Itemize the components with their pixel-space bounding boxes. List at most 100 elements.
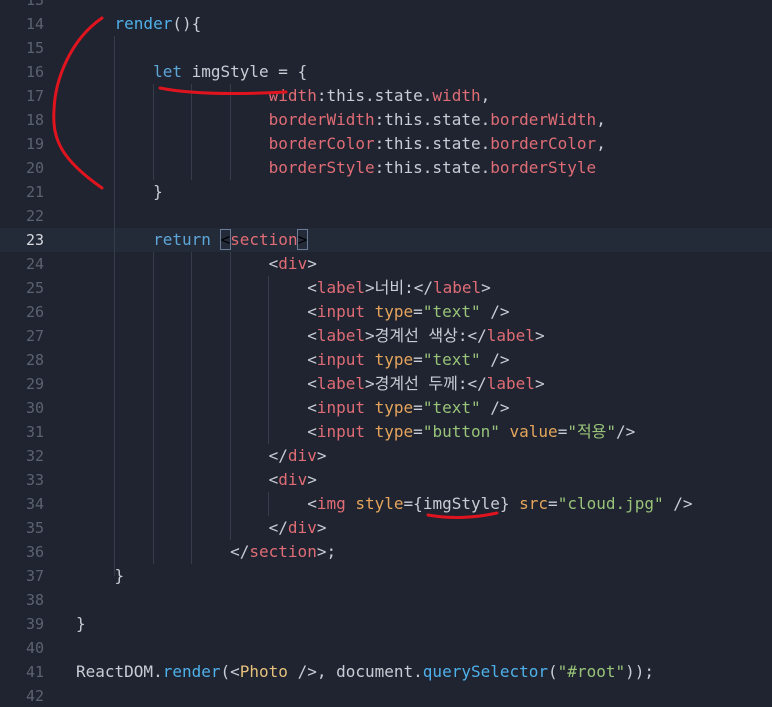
code-token: input — [316, 398, 365, 417]
code-token: > — [307, 470, 317, 489]
code-editor[interactable]: 13 14 render(){15 16 let imgStyle = {17 wi… — [0, 0, 772, 707]
code-line[interactable]: 33 <div> — [0, 468, 772, 492]
code-line[interactable]: 21 } — [0, 180, 772, 204]
code-token: , — [596, 134, 606, 153]
code-text: ReactDOM.render(<Photo />, document.quer… — [76, 660, 654, 684]
line-number: 20 — [25, 159, 44, 177]
line-number: 13 — [25, 0, 44, 9]
code-line[interactable]: 30 <input type="text" /> — [0, 396, 772, 420]
code-line[interactable]: 40 — [0, 636, 772, 660]
code-token: img — [316, 494, 346, 513]
code-token: input — [316, 302, 365, 321]
code-token: > — [534, 326, 545, 345]
code-token: /> — [480, 302, 510, 321]
code-line[interactable]: 13 — [0, 0, 772, 12]
line-number: 41 — [25, 663, 44, 681]
code-line[interactable]: 28 <input type="text" /> — [0, 348, 772, 372]
code-token: >너비:</ — [365, 278, 433, 297]
code-token: = — [413, 398, 423, 417]
code-token: = — [413, 350, 423, 369]
code-line[interactable]: 27 <label>경계선 색상:</label> — [0, 324, 772, 348]
code-token: /> — [480, 398, 510, 417]
code-text: <label>경계선 색상:</label> — [76, 324, 545, 348]
code-line[interactable]: 19 borderColor:this.state.borderColor, — [0, 132, 772, 156]
code-token: "cloud.jpg" — [557, 494, 664, 513]
line-number: 17 — [25, 87, 44, 105]
code-token: :this.state. — [374, 158, 491, 177]
code-token: div — [287, 446, 317, 465]
line-number: 40 — [25, 639, 44, 657]
code-token: :this.state. — [374, 134, 491, 153]
code-token: = — [413, 422, 423, 441]
code-line[interactable]: 42 — [0, 684, 772, 707]
line-number: 37 — [25, 567, 44, 585]
line-number: 25 — [25, 279, 44, 297]
code-text: <div> — [76, 252, 317, 276]
code-line[interactable]: 20 borderStyle:this.state.borderStyle — [0, 156, 772, 180]
line-number: 42 — [25, 687, 44, 705]
code-line[interactable]: 35 </div> — [0, 516, 772, 540]
code-line[interactable]: 41 ReactDOM.render(<Photo />, document.qu… — [0, 660, 772, 684]
indent-guide — [153, 84, 154, 180]
indent-guide — [114, 36, 115, 576]
code-line[interactable]: 14 render(){ — [0, 12, 772, 36]
code-line[interactable]: 36 </section>; — [0, 540, 772, 564]
line-number: 15 — [25, 39, 44, 57]
code-line[interactable]: 18 borderWidth:this.state.borderWidth, — [0, 108, 772, 132]
code-line[interactable]: 32 </div> — [0, 444, 772, 468]
code-token: ReactDOM. — [76, 662, 163, 681]
code-line[interactable]: 38 — [0, 588, 772, 612]
code-token: > — [481, 278, 491, 297]
code-token: < — [76, 350, 317, 369]
code-token: type — [374, 398, 414, 417]
code-line[interactable]: 39} — [0, 612, 772, 636]
code-text: <input type="text" /> — [76, 396, 510, 420]
code-line[interactable]: 31 <input type="button" value="적용"/> — [0, 420, 772, 444]
code-token: } — [76, 614, 86, 633]
indent-guide — [230, 84, 231, 180]
code-token: < — [76, 326, 317, 345]
code-text: } — [76, 564, 125, 588]
code-token: render — [162, 662, 221, 681]
code-token: < — [76, 398, 317, 417]
code-text: width:this.state.width, — [76, 84, 491, 108]
code-token: </ — [76, 542, 250, 561]
indent-guide — [268, 276, 269, 444]
code-text: </section>; — [76, 540, 336, 564]
code-line[interactable]: 24 <div> — [0, 252, 772, 276]
line-number: 18 — [25, 111, 44, 129]
code-text: } — [76, 612, 86, 636]
code-line[interactable]: 37 } — [0, 564, 772, 588]
code-token: ={imgStyle} — [403, 494, 520, 513]
code-token: label — [486, 326, 535, 345]
line-number: 34 — [25, 495, 44, 513]
code-token: div — [287, 518, 317, 537]
code-token: > — [296, 229, 309, 250]
indent-guide — [191, 252, 192, 564]
code-token: label — [486, 374, 535, 393]
code-line[interactable]: 22 — [0, 204, 772, 228]
code-line[interactable]: 25 <label>너비:</label> — [0, 276, 772, 300]
code-line[interactable]: 26 <input type="text" /> — [0, 300, 772, 324]
line-number: 19 — [25, 135, 44, 153]
line-number: 28 — [25, 351, 44, 369]
code-line[interactable]: 23 return <section> — [0, 228, 772, 252]
code-line[interactable]: 15 — [0, 36, 772, 60]
code-token: )); — [625, 662, 655, 681]
code-text: borderWidth:this.state.borderWidth, — [76, 108, 606, 132]
code-line[interactable]: 34 <img style={imgStyle} src="cloud.jpg"… — [0, 492, 772, 516]
code-line[interactable]: 29 <label>경계선 두께:</label> — [0, 372, 772, 396]
code-token: < — [219, 229, 232, 250]
indent-guide — [268, 492, 269, 516]
code-token: label — [316, 326, 365, 345]
code-token: querySelector — [422, 662, 549, 681]
code-text: <label>경계선 두께:</label> — [76, 372, 544, 396]
code-token: /> — [480, 350, 510, 369]
code-line[interactable]: 17 width:this.state.width, — [0, 84, 772, 108]
code-line[interactable]: 16 let imgStyle = { — [0, 60, 772, 84]
code-token: render — [114, 14, 173, 33]
code-token: "#root" — [557, 662, 626, 681]
